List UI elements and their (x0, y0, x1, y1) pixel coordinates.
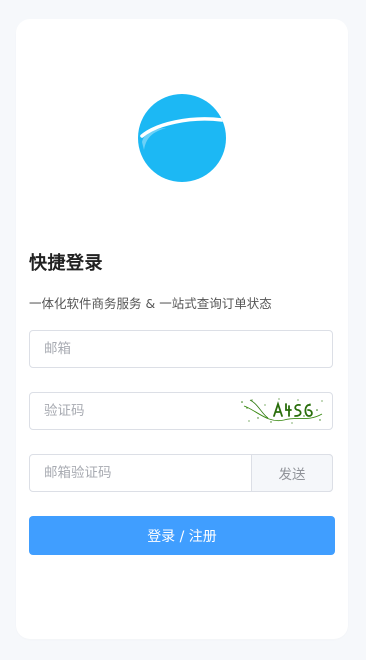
login-card: 快捷登录 一体化软件商务服务 & 一站式查询订单状态 发 (16, 19, 348, 639)
email-input[interactable] (44, 331, 224, 367)
email-code-field[interactable]: 发送 (29, 454, 333, 492)
page-subtitle: 一体化软件商务服务 & 一站式查询订单状态 (29, 296, 272, 311)
captcha-image[interactable] (238, 396, 326, 426)
email-code-input[interactable] (44, 455, 224, 491)
brand-logo (138, 94, 226, 182)
logo-icon (140, 117, 224, 150)
captcha-input[interactable] (44, 393, 224, 429)
captcha-field[interactable] (29, 392, 333, 430)
send-code-button[interactable]: 发送 (251, 454, 333, 492)
email-field[interactable] (29, 330, 333, 368)
page-title: 快捷登录 (29, 253, 103, 274)
login-register-button[interactable]: 登录 / 注册 (29, 516, 335, 555)
